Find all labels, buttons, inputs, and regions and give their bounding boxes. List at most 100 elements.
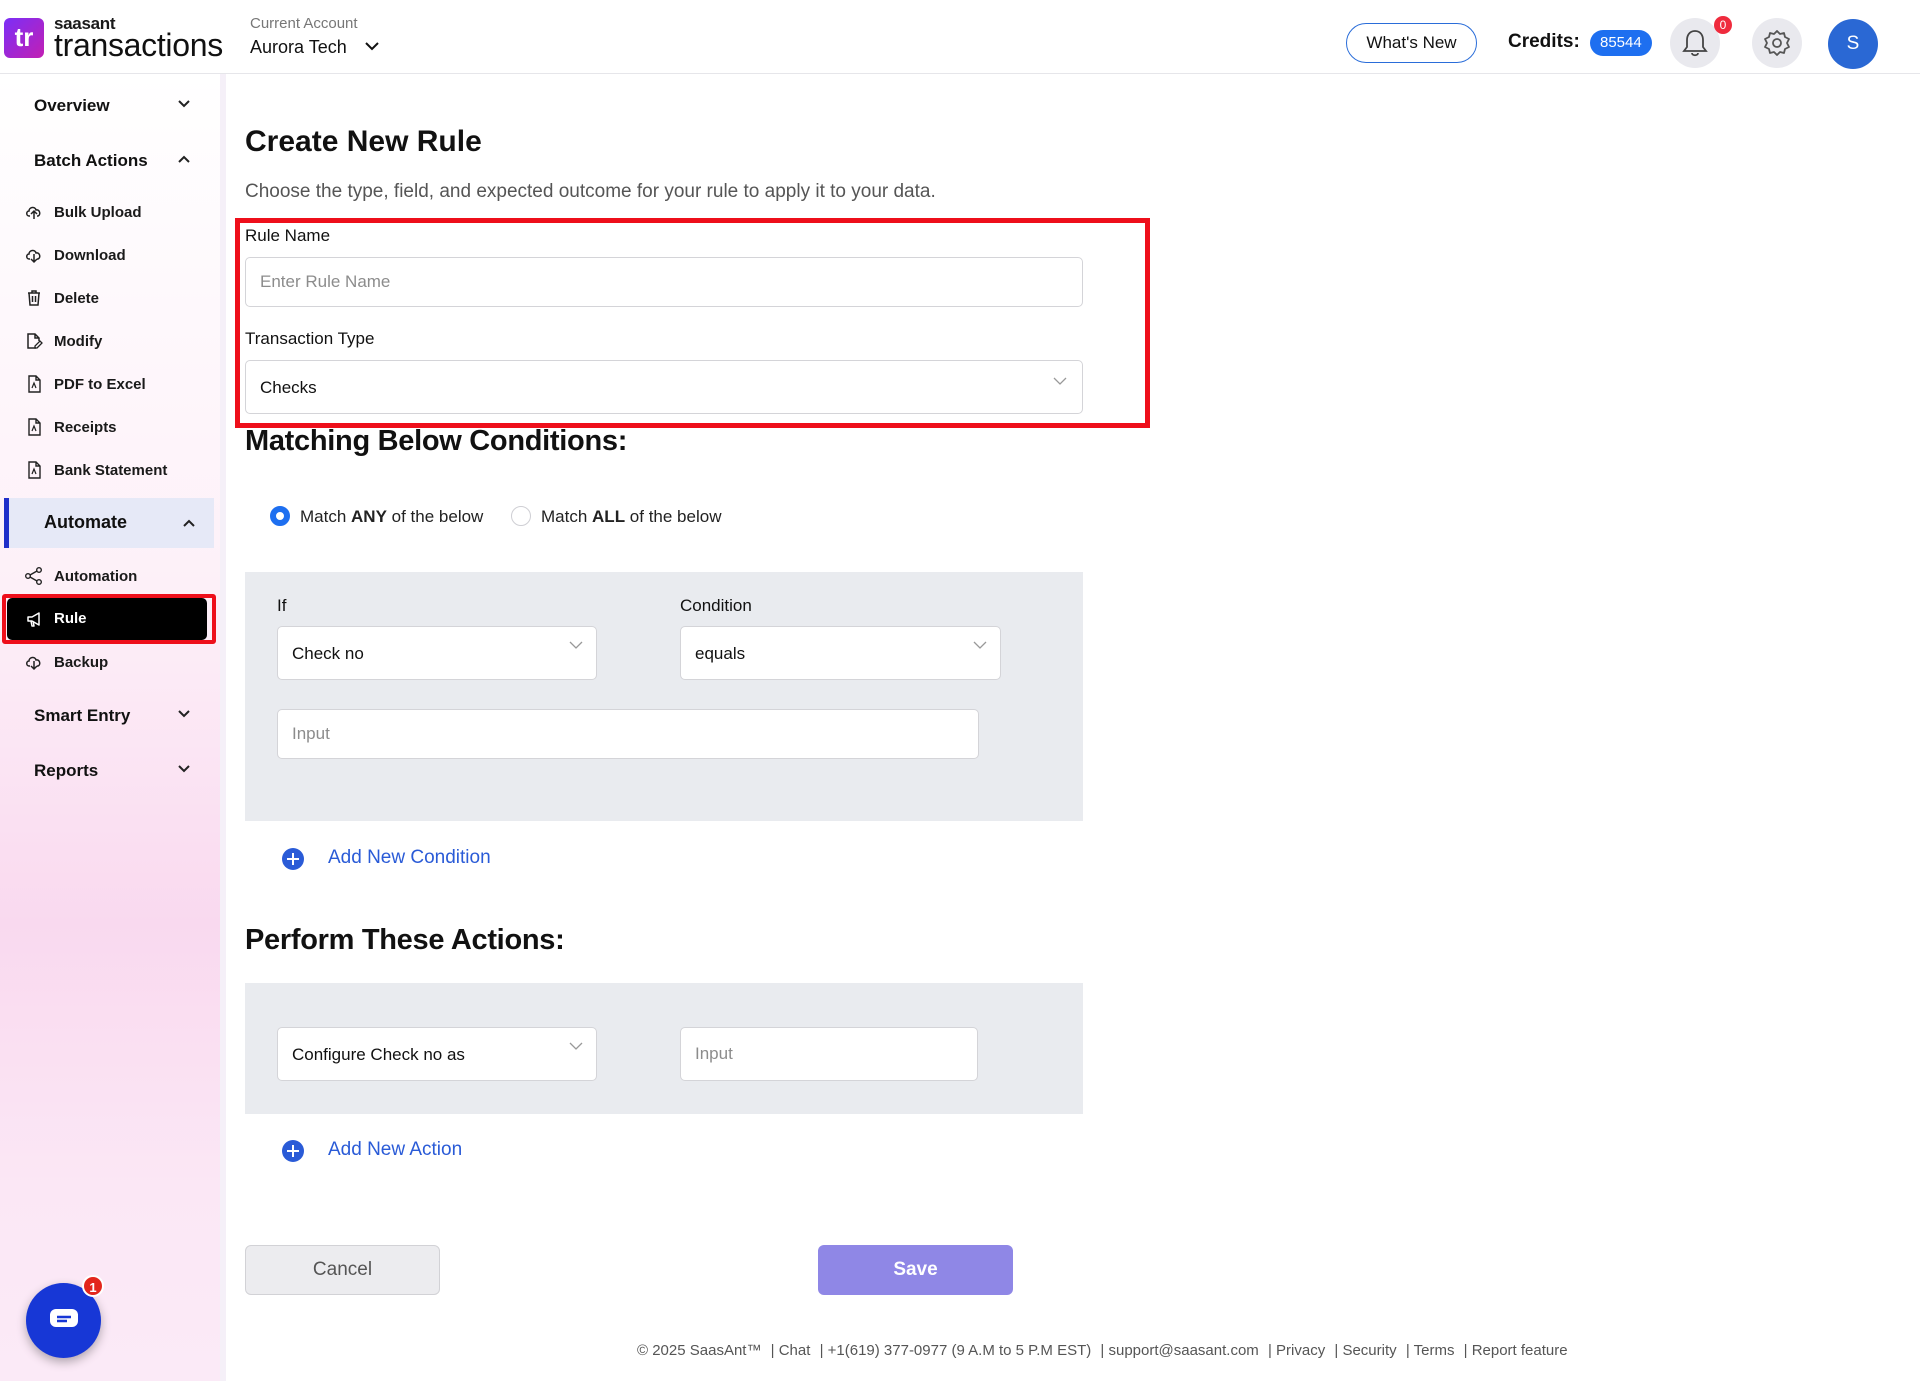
sidebar-item-label: Modify	[54, 333, 103, 350]
match-all-label[interactable]: Match ALL of the below	[541, 507, 721, 527]
chevron-down-icon[interactable]	[362, 36, 382, 56]
match-all-radio[interactable]	[511, 506, 531, 526]
sidebar-item-label: Rule	[54, 610, 87, 627]
match-any-radio[interactable]	[270, 506, 290, 526]
sidebar-item-label: Download	[54, 247, 126, 264]
transaction-type-select[interactable]: Checks	[245, 360, 1083, 414]
if-label: If	[277, 596, 287, 615]
action-value-input[interactable]	[680, 1027, 978, 1081]
sidebar-reports[interactable]: Reports	[34, 761, 98, 781]
sidebar-item-label: Automation	[54, 568, 138, 585]
chevron-down-icon	[569, 1042, 583, 1050]
chat-bubble-icon	[50, 1309, 78, 1327]
actions-heading: Perform These Actions:	[245, 924, 565, 956]
sidebar-item-bulk-upload[interactable]: Bulk Upload	[24, 198, 214, 228]
chevron-down-icon[interactable]	[176, 96, 192, 112]
footer-privacy-link[interactable]: | Privacy	[1268, 1342, 1325, 1359]
cloud-backup-icon	[26, 656, 41, 671]
footer-copyright: © 2025 SaasAnt™	[637, 1342, 762, 1359]
sidebar-item-label: Receipts	[54, 419, 117, 436]
notifications-button[interactable]	[1670, 18, 1720, 68]
add-action-link[interactable]: Add New Action	[328, 1139, 462, 1161]
transaction-type-value: Checks	[260, 378, 317, 397]
avatar[interactable]: S	[1828, 19, 1878, 69]
chevron-up-icon[interactable]	[181, 515, 197, 531]
chevron-up-icon[interactable]	[176, 151, 192, 167]
whats-new-button[interactable]: What's New	[1346, 23, 1477, 63]
condition-value-input[interactable]	[277, 709, 979, 759]
chevron-down-icon	[973, 641, 987, 649]
logo-mark[interactable]: tr	[4, 18, 44, 58]
cancel-button[interactable]: Cancel	[245, 1245, 440, 1295]
notification-count: 0	[1714, 16, 1732, 34]
trash-icon	[28, 290, 40, 306]
sidebar-item-label: PDF to Excel	[54, 376, 146, 393]
sidebar-item-label: Delete	[54, 290, 100, 307]
cloud-upload-icon	[26, 206, 41, 219]
logo-text[interactable]: transactions	[54, 27, 223, 64]
sidebar-batch-actions[interactable]: Batch Actions	[34, 151, 148, 171]
add-condition-link[interactable]: Add New Condition	[328, 847, 491, 869]
save-button[interactable]: Save	[818, 1245, 1013, 1295]
transaction-type-label: Transaction Type	[245, 329, 375, 348]
action-field-select[interactable]: Configure Check no as	[277, 1027, 597, 1081]
sidebar-item-label: Bulk Upload	[54, 204, 142, 221]
match-any-label[interactable]: Match ANY of the below	[300, 507, 483, 527]
credits-badge: 85544	[1590, 30, 1652, 56]
sidebar-overview[interactable]: Overview	[34, 96, 110, 116]
sidebar-item-receipts[interactable]: Receipts	[24, 413, 214, 443]
sidebar-item-download[interactable]: Download	[24, 241, 214, 271]
page-subtitle: Choose the type, field, and expected out…	[245, 181, 936, 202]
sidebar-automate[interactable]: Automate	[4, 498, 214, 548]
condition-panel	[245, 572, 1083, 821]
sidebar-automate-label: Automate	[44, 512, 128, 532]
sidebar-item-backup[interactable]: Backup	[24, 648, 214, 678]
if-field-select[interactable]: Check no	[277, 626, 597, 680]
add-circle-icon[interactable]	[282, 848, 304, 870]
sidebar-item-pdf-to-excel[interactable]: PDF to Excel	[24, 370, 214, 400]
chevron-down-icon	[569, 641, 583, 649]
footer-email-link[interactable]: | support@saasant.com	[1100, 1342, 1258, 1359]
sidebar-divider	[220, 74, 226, 1381]
sidebar-item-rule[interactable]: Rule	[7, 598, 207, 640]
share-nodes-icon	[25, 567, 42, 585]
footer: © 2025 SaasAnt™ | Chat | +1(619) 377-097…	[637, 1342, 1573, 1359]
chevron-down-icon[interactable]	[176, 761, 192, 777]
rule-name-input[interactable]	[245, 257, 1083, 307]
sidebar-item-label: Backup	[54, 654, 109, 671]
footer-security-link[interactable]: | Security	[1334, 1342, 1396, 1359]
edit-file-icon	[27, 333, 43, 349]
chevron-down-icon	[1053, 377, 1067, 385]
sidebar-item-modify[interactable]: Modify	[24, 327, 214, 357]
credits-label: Credits:	[1508, 31, 1580, 52]
megaphone-icon	[27, 612, 40, 627]
cloud-download-icon	[26, 249, 41, 264]
footer-chat-link[interactable]: | Chat	[771, 1342, 811, 1359]
condition-label: Condition	[680, 596, 752, 615]
conditions-heading: Matching Below Conditions:	[245, 425, 628, 457]
settings-button[interactable]	[1752, 18, 1802, 68]
chat-unread-badge: 1	[82, 1275, 104, 1297]
sidebar-item-automation[interactable]: Automation	[24, 562, 214, 592]
footer-terms-link[interactable]: | Terms	[1406, 1342, 1455, 1359]
chevron-down-icon[interactable]	[176, 706, 192, 722]
condition-operator-value: equals	[695, 644, 746, 663]
sidebar-smart-entry[interactable]: Smart Entry	[34, 706, 130, 726]
rule-name-label: Rule Name	[245, 226, 331, 245]
top-header: tr saasant transactions Current Account …	[0, 0, 1920, 74]
account-selector[interactable]: Aurora Tech	[250, 37, 347, 58]
statement-file-icon	[28, 461, 41, 479]
sidebar-item-bank-statement[interactable]: Bank Statement	[24, 456, 214, 486]
sidebar-item-label: Bank Statement	[54, 462, 168, 479]
condition-operator-select[interactable]: equals	[680, 626, 1001, 680]
footer-report-link[interactable]: | Report feature	[1464, 1342, 1568, 1359]
sidebar-item-delete[interactable]: Delete	[24, 284, 214, 314]
if-field-value: Check no	[292, 644, 364, 663]
add-circle-icon[interactable]	[282, 1140, 304, 1162]
receipt-file-icon	[28, 418, 41, 436]
footer-phone: | +1(619) 377-0977 (9 A.M to 5 P.M EST)	[819, 1342, 1092, 1359]
bell-icon	[1682, 30, 1708, 57]
pdf-file-icon	[28, 375, 41, 393]
account-label: Current Account	[250, 15, 358, 32]
page-title: Create New Rule	[245, 125, 482, 158]
